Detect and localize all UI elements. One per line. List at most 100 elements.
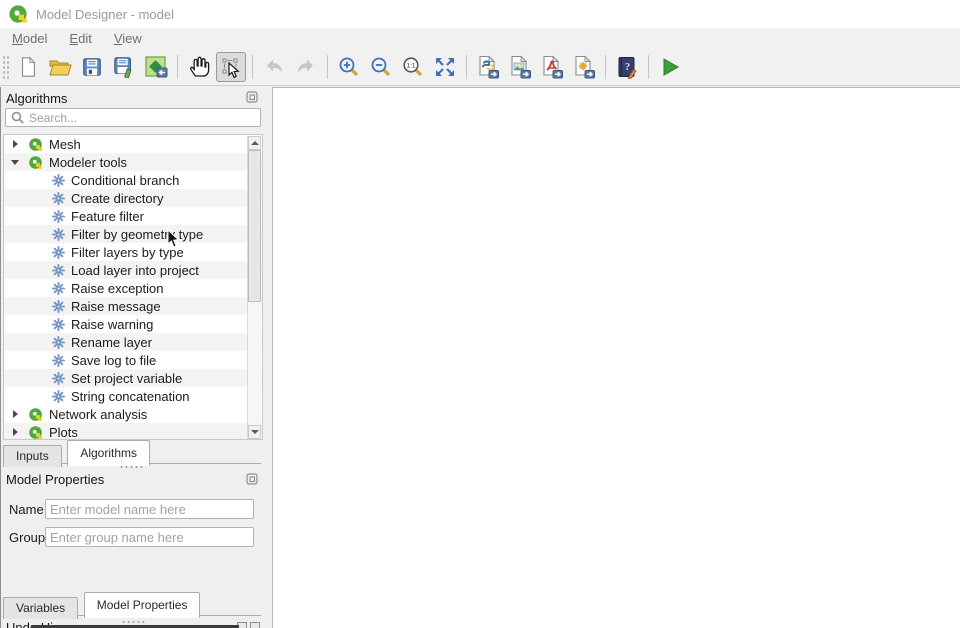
zoom-1-1-icon: 1:1 — [401, 55, 425, 79]
tree-item-label: String concatenation — [71, 389, 190, 404]
tree-item-filter-layers-by-type[interactable]: Filter layers by type — [4, 243, 262, 261]
algorithm-gear-icon — [52, 318, 65, 331]
toolbar-separator — [605, 55, 606, 79]
algorithms-panel-title: Algorithms — [6, 91, 67, 106]
tab-algorithms[interactable]: Algorithms — [67, 440, 150, 466]
help-button[interactable]: ? — [612, 52, 642, 82]
select-cursor-icon — [219, 55, 243, 79]
tree-item-raise-exception[interactable]: Raise exception — [4, 279, 262, 297]
tree-item-label: Conditional branch — [71, 173, 179, 188]
zoom-out-icon — [369, 55, 393, 79]
toolbar-drag-handle[interactable] — [2, 55, 9, 79]
tree-item-create-directory[interactable]: Create directory — [4, 189, 262, 207]
scroll-up-button[interactable] — [248, 136, 261, 150]
export-as-svg-button[interactable] — [569, 52, 599, 82]
expand-arrow-icon[interactable] — [11, 427, 21, 437]
tree-item-save-log-to-file[interactable]: Save log to file — [4, 351, 262, 369]
toolbar-separator — [327, 55, 328, 79]
tree-item-label: Network analysis — [49, 407, 147, 422]
toolbar-separator — [252, 55, 253, 79]
tree-item-string-concatenation[interactable]: String concatenation — [4, 387, 262, 405]
expand-arrow-icon[interactable] — [11, 409, 21, 419]
algorithm-gear-icon — [52, 192, 65, 205]
export-as-image-button[interactable] — [505, 52, 535, 82]
toolbar-separator — [177, 55, 178, 79]
model-group-input[interactable] — [45, 527, 254, 547]
undo-button[interactable] — [259, 52, 289, 82]
save-model-as-button[interactable] — [109, 52, 139, 82]
tree-group-modeler-tools[interactable]: Modeler tools — [4, 153, 262, 171]
svg-text:1:1: 1:1 — [406, 62, 415, 69]
new-file-icon — [17, 56, 39, 78]
export-image-icon — [508, 55, 532, 79]
tab-model-properties[interactable]: Model Properties — [84, 592, 201, 618]
tree-scrollbar[interactable] — [247, 136, 261, 439]
name-label: Name — [9, 502, 44, 517]
tab-variables[interactable]: Variables — [3, 597, 78, 619]
save-in-project-icon — [144, 55, 168, 79]
tab-inputs[interactable]: Inputs — [3, 445, 62, 467]
tree-item-feature-filter[interactable]: Feature filter — [4, 207, 262, 225]
zoom-in-button[interactable] — [334, 52, 364, 82]
save-model-in-project-button[interactable] — [141, 52, 171, 82]
title-bar: Model Designer - model — [0, 0, 960, 28]
export-as-python-button[interactable] — [473, 52, 503, 82]
search-input[interactable] — [26, 111, 260, 125]
tree-group-plots[interactable]: Plots — [4, 423, 262, 440]
tree-item-raise-message[interactable]: Raise message — [4, 297, 262, 315]
pan-hand-icon — [187, 55, 211, 79]
scroll-down-button[interactable] — [248, 425, 261, 439]
dock-tabbar-top: Inputs Algorithms — [3, 440, 261, 464]
new-model-button[interactable] — [13, 52, 43, 82]
model-name-input[interactable] — [45, 499, 254, 519]
tree-item-label: Mesh — [49, 137, 81, 152]
tree-item-label: Save log to file — [71, 353, 156, 368]
open-model-button[interactable] — [45, 52, 75, 82]
tree-item-filter-by-geometry-type[interactable]: Filter by geometry type — [4, 225, 262, 243]
redo-icon — [294, 55, 318, 79]
expand-arrow-icon[interactable] — [11, 139, 21, 149]
algorithm-gear-icon — [52, 390, 65, 403]
algorithm-gear-icon — [52, 246, 65, 259]
tree-item-label: Feature filter — [71, 209, 144, 224]
qgis-logo-icon — [8, 4, 28, 24]
menu-bar: Model Edit View — [0, 28, 960, 48]
scrollbar-thumb[interactable] — [248, 150, 261, 302]
run-model-button[interactable] — [655, 52, 685, 82]
tree-item-set-project-variable[interactable]: Set project variable — [4, 369, 262, 387]
collapse-arrow-icon[interactable] — [11, 157, 21, 167]
pan-tool-button[interactable] — [184, 52, 214, 82]
tree-item-label: Plots — [49, 425, 78, 440]
model-canvas[interactable] — [272, 87, 960, 628]
zoom-out-button[interactable] — [366, 52, 396, 82]
save-as-icon — [113, 56, 135, 78]
menu-view[interactable]: View — [114, 31, 142, 46]
algorithm-gear-icon — [52, 174, 65, 187]
zoom-full-button[interactable] — [430, 52, 460, 82]
float-panel-icon[interactable] — [246, 91, 258, 103]
tree-group-mesh[interactable]: Mesh — [4, 135, 262, 153]
tree-item-load-layer-into-project[interactable]: Load layer into project — [4, 261, 262, 279]
toolbar-separator — [648, 55, 649, 79]
zoom-actual-size-button[interactable]: 1:1 — [398, 52, 428, 82]
help-book-icon: ? — [615, 55, 639, 79]
float-panel-icon[interactable] — [246, 473, 258, 485]
search-icon — [10, 110, 26, 126]
tree-item-raise-warning[interactable]: Raise warning — [4, 315, 262, 333]
algorithm-search-box[interactable] — [5, 108, 261, 127]
algorithm-gear-icon — [52, 372, 65, 385]
tree-group-network-analysis[interactable]: Network analysis — [4, 405, 262, 423]
menu-model[interactable]: Model — [12, 31, 47, 46]
export-as-pdf-button[interactable] — [537, 52, 567, 82]
redo-button[interactable] — [291, 52, 321, 82]
algorithm-gear-icon — [52, 210, 65, 223]
menu-edit[interactable]: Edit — [69, 31, 91, 46]
save-model-button[interactable] — [77, 52, 107, 82]
algorithm-gear-icon — [52, 354, 65, 367]
dock-tabbar-bottom: Variables Model Properties — [3, 592, 261, 616]
tree-item-rename-layer[interactable]: Rename layer — [4, 333, 262, 351]
close-panel-icon[interactable] — [250, 622, 260, 628]
export-svg-icon — [572, 55, 596, 79]
tree-item-conditional-branch[interactable]: Conditional branch — [4, 171, 262, 189]
select-tool-button[interactable] — [216, 52, 246, 82]
